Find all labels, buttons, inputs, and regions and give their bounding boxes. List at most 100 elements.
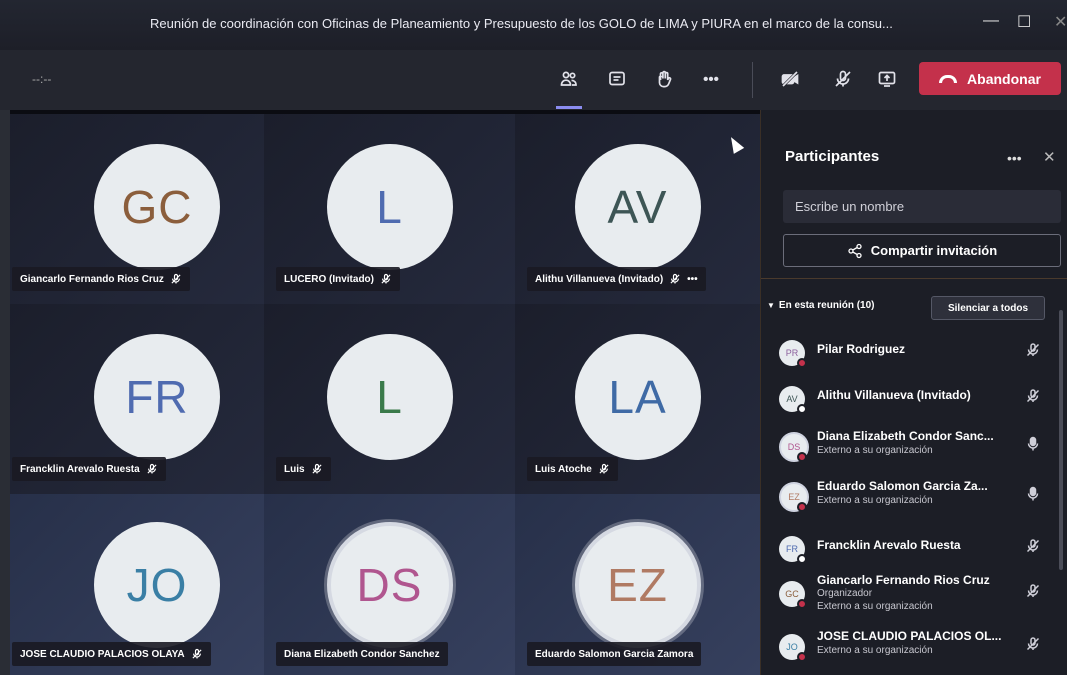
participant-name: Diana Elizabeth Condor Sanchez bbox=[284, 648, 440, 660]
participant-name-label: LUCERO (Invitado) bbox=[276, 267, 400, 291]
avatar: LA bbox=[574, 334, 701, 460]
participant-row[interactable]: GC Giancarlo Fernando Rios Cruz Organizado… bbox=[779, 573, 1049, 613]
avatar: L bbox=[326, 334, 453, 460]
avatar: EZ bbox=[574, 522, 701, 648]
hang-up-icon bbox=[939, 74, 958, 83]
participant-name: JOSE CLAUDIO PALACIOS OLAYA bbox=[20, 648, 185, 660]
meeting-title: Reunión de coordinación con Oficinas de … bbox=[150, 16, 893, 31]
avatar: FR bbox=[94, 334, 220, 460]
participant-row[interactable]: DS Diana Elizabeth Condor Sanc... Externo … bbox=[779, 426, 1049, 466]
maximize-icon[interactable]: ☐ bbox=[1017, 12, 1031, 32]
participant-row[interactable]: FR Francklin Arevalo Ruesta bbox=[779, 528, 1049, 568]
more-icon[interactable]: ••• bbox=[696, 64, 726, 94]
participants-panel: Participantes ••• ✕ Escribe un nombre Co… bbox=[760, 110, 1067, 675]
chat-icon[interactable] bbox=[602, 64, 632, 94]
presence-dot bbox=[797, 404, 807, 414]
search-placeholder: Escribe un nombre bbox=[795, 199, 905, 214]
participant-name: Luis bbox=[284, 463, 305, 475]
search-input[interactable]: Escribe un nombre bbox=[783, 190, 1061, 223]
mic-off-icon bbox=[146, 463, 158, 475]
presence-dot bbox=[797, 358, 807, 368]
video-tile[interactable]: AV Alithu Villanueva (Invitado) ••• bbox=[515, 114, 760, 304]
mic-off-icon bbox=[598, 463, 610, 475]
panel-divider bbox=[761, 278, 1067, 279]
mic-off-icon bbox=[191, 648, 203, 660]
mic-off-icon bbox=[380, 273, 392, 285]
presence-dot bbox=[797, 599, 807, 609]
mute-all-button[interactable]: Silenciar a todos bbox=[931, 296, 1045, 320]
participant-subtitle: Externo a su organización bbox=[817, 645, 933, 656]
participant-name: Francklin Arevalo Ruesta bbox=[20, 463, 140, 475]
share-icon bbox=[848, 243, 862, 258]
mic-icon bbox=[1025, 486, 1041, 502]
mic-off-icon bbox=[669, 273, 681, 285]
tile-more-icon[interactable]: ••• bbox=[687, 274, 698, 285]
avatar: JO bbox=[94, 522, 220, 648]
video-tile[interactable]: L LUCERO (Invitado) bbox=[264, 114, 515, 304]
participant-subtitle: Externo a su organización bbox=[817, 601, 933, 612]
video-tile[interactable]: GC Giancarlo Fernando Rios Cruz bbox=[10, 114, 264, 304]
title-bar: Reunión de coordinación con Oficinas de … bbox=[0, 0, 1067, 50]
participant-row[interactable]: JO JOSE CLAUDIO PALACIOS OL... Externo a s… bbox=[779, 626, 1049, 666]
participant-name: Diana Elizabeth Condor Sanc... bbox=[817, 429, 994, 443]
participant-name: Pilar Rodriguez bbox=[817, 342, 906, 356]
mic-off-icon bbox=[1025, 538, 1041, 554]
panel-close-icon[interactable]: ✕ bbox=[1043, 148, 1056, 166]
participant-name-label: Francklin Arevalo Ruesta bbox=[12, 457, 166, 481]
avatar: AV bbox=[574, 144, 701, 270]
window-left-edge bbox=[0, 110, 10, 675]
camera-off-icon[interactable] bbox=[775, 64, 805, 94]
participants-icon[interactable] bbox=[554, 64, 584, 94]
meeting-toolbar: --:-- ••• Abandonar bbox=[0, 50, 1067, 110]
mic-off-icon bbox=[1025, 583, 1041, 599]
section-toggle[interactable]: ▼ En esta reunión (10) bbox=[767, 300, 875, 311]
participant-subtitle: Externo a su organización bbox=[817, 445, 933, 456]
video-tile[interactable]: FR Francklin Arevalo Ruesta bbox=[10, 304, 264, 494]
panel-scrollbar[interactable] bbox=[1059, 310, 1063, 570]
participant-name: LUCERO (Invitado) bbox=[284, 273, 374, 285]
video-grid: GC Giancarlo Fernando Rios Cruz L LUCERO (I… bbox=[10, 114, 760, 675]
participant-name-label: Giancarlo Fernando Rios Cruz bbox=[12, 267, 190, 291]
raise-hand-icon[interactable] bbox=[649, 64, 679, 94]
participant-name: Giancarlo Fernando Rios Cruz bbox=[20, 273, 164, 285]
video-tile[interactable]: LA Luis Atoche bbox=[515, 304, 760, 494]
participant-name-label: Luis bbox=[276, 457, 331, 481]
participant-name-label: Diana Elizabeth Condor Sanchez bbox=[276, 642, 448, 666]
avatar: GC bbox=[94, 144, 220, 270]
participant-name: Alithu Villanueva (Invitado) bbox=[817, 388, 971, 402]
participant-name-label: Luis Atoche bbox=[527, 457, 618, 481]
close-icon[interactable]: ✕ bbox=[1054, 12, 1067, 32]
participants-active-indicator bbox=[556, 106, 582, 109]
share-invite-label: Compartir invitación bbox=[870, 243, 998, 258]
video-tile[interactable]: JO JOSE CLAUDIO PALACIOS OLAYA bbox=[10, 494, 264, 675]
share-invite-button[interactable]: Compartir invitación bbox=[783, 234, 1061, 267]
meeting-timer: --:-- bbox=[32, 72, 52, 86]
participant-subtitle: Externo a su organización bbox=[817, 495, 933, 506]
presence-dot bbox=[797, 652, 807, 662]
minimize-icon[interactable]: — bbox=[983, 12, 999, 30]
video-tile[interactable]: DS Diana Elizabeth Condor Sanchez bbox=[264, 494, 515, 675]
participant-row[interactable]: PR Pilar Rodriguez bbox=[779, 332, 1049, 372]
panel-more-icon[interactable]: ••• bbox=[1007, 150, 1022, 166]
section-label: En esta reunión (10) bbox=[778, 300, 875, 311]
leave-button[interactable]: Abandonar bbox=[919, 62, 1061, 95]
participant-name: JOSE CLAUDIO PALACIOS OL... bbox=[817, 629, 1002, 643]
chevron-down-icon: ▼ bbox=[767, 301, 775, 310]
presence-dot bbox=[797, 502, 807, 512]
toolbar-separator bbox=[752, 62, 753, 98]
participant-name-label: JOSE CLAUDIO PALACIOS OLAYA bbox=[12, 642, 211, 666]
participant-row[interactable]: EZ Eduardo Salomon Garcia Za... Externo a … bbox=[779, 476, 1049, 516]
presence-dot bbox=[797, 554, 807, 564]
video-tile[interactable]: L Luis bbox=[264, 304, 515, 494]
participant-row[interactable]: AV Alithu Villanueva (Invitado) bbox=[779, 378, 1049, 418]
share-screen-icon[interactable] bbox=[872, 64, 902, 94]
mic-off-icon bbox=[1025, 342, 1041, 358]
mic-off-icon[interactable] bbox=[828, 64, 858, 94]
mic-off-icon bbox=[311, 463, 323, 475]
avatar: DS bbox=[326, 522, 453, 648]
leave-label: Abandonar bbox=[967, 70, 1041, 87]
participant-name: Luis Atoche bbox=[535, 463, 592, 475]
mic-off-icon bbox=[170, 273, 182, 285]
participant-name: Eduardo Salomon Garcia Za... bbox=[817, 479, 988, 493]
video-tile[interactable]: EZ Eduardo Salomon Garcia Zamora bbox=[515, 494, 760, 675]
